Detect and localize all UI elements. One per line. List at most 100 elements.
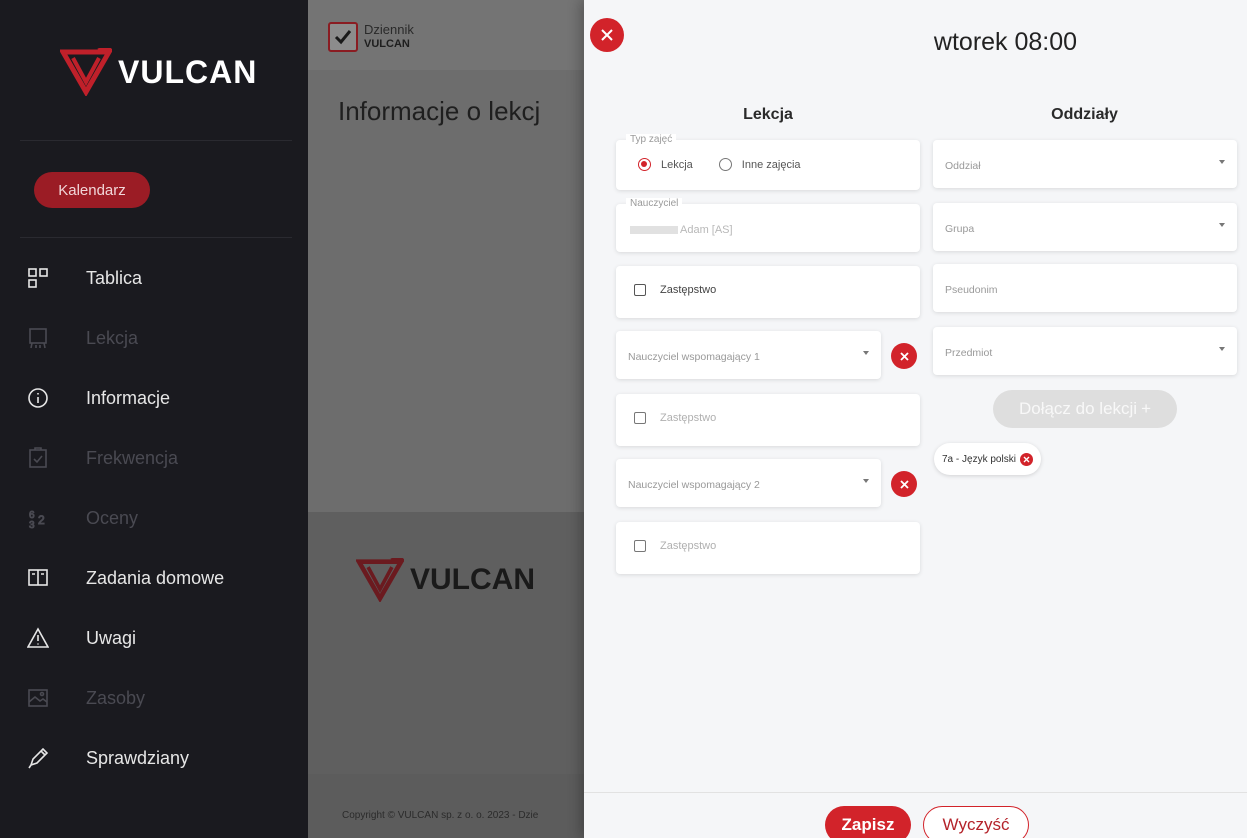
modal-footer: Zapisz Wyczyść (584, 792, 1247, 838)
radio-label: Inne zajęcia (741, 158, 801, 171)
radio-inne-zajecia[interactable] (718, 158, 732, 171)
vulcan-logo[interactable]: VULCAN (60, 48, 257, 96)
book-icon (26, 566, 50, 590)
subject-select[interactable]: Przedmiot (933, 327, 1237, 375)
clear-button[interactable]: Wyczyść (923, 806, 1029, 838)
radio-lekcja[interactable] (638, 158, 651, 171)
close-icon (601, 29, 613, 41)
divider (20, 140, 292, 141)
modal-title: wtorek 08:00 (764, 28, 1247, 57)
substitution-checkbox[interactable] (634, 284, 646, 296)
top-bar: Dziennik VULCAN (308, 0, 584, 70)
checkbox-label: Zastępstwo (660, 284, 717, 296)
chevron-down-icon (863, 479, 869, 483)
select-placeholder: Nauczyciel wspomagający 1 (628, 351, 760, 363)
join-lesson-button[interactable]: Dołącz do lekcji + (993, 390, 1177, 428)
lesson-modal: wtorek 08:00 Lekcja Oddziały Typ zajęć L… (584, 0, 1247, 838)
svg-text:3: 3 (29, 520, 35, 529)
copyright-bar: Copyright © VULCAN sp. z o. o. 2023 - Dz… (308, 774, 584, 838)
vulcan-shield-icon (356, 558, 404, 602)
sidebar-item-label: Tablica (86, 267, 143, 288)
teacher-value: Adam [AS] (680, 224, 733, 236)
assistant-teacher-2-select[interactable]: Nauczyciel wspomagający 2 (616, 459, 881, 507)
save-button[interactable]: Zapisz (825, 806, 911, 838)
teacher-field[interactable]: Nauczyciel Adam [AS] (616, 198, 920, 252)
dashboard-icon (26, 266, 50, 290)
sidebar-item-label: Sprawdziany (86, 747, 190, 768)
substitution-checkbox[interactable] (634, 412, 646, 424)
select-placeholder: Oddział (945, 160, 981, 172)
info-icon (26, 386, 50, 410)
sidebar-item-zadania-domowe[interactable]: Zadania domowe (0, 548, 308, 608)
select-placeholder: Grupa (945, 223, 975, 235)
sidebar-item-sprawdziany[interactable]: Sprawdziany (0, 728, 308, 788)
remove-assistant-2-button[interactable] (891, 471, 917, 497)
sidebar-item-lekcja[interactable]: Lekcja (0, 308, 308, 368)
sidebar-item-label: Informacje (86, 387, 171, 408)
sidebar-item-zasoby[interactable]: Zasoby (0, 668, 308, 728)
copyright-text: Copyright © VULCAN sp. z o. o. 2023 - Dz… (342, 810, 539, 821)
checkmark-icon (328, 22, 358, 52)
input-placeholder: Pseudonim (945, 284, 998, 296)
sidebar-item-label: Uwagi (86, 627, 137, 648)
dziennik-logo[interactable]: Dziennik VULCAN (328, 22, 414, 52)
sidebar-item-label: Lekcja (86, 327, 139, 348)
vulcan-shield-icon (60, 48, 112, 96)
join-lesson-label: Dołącz do lekcji (1018, 399, 1138, 418)
close-icon (899, 351, 909, 361)
footer-logo-text: VULCAN (410, 563, 535, 596)
redacted-name (630, 226, 678, 234)
select-placeholder: Przedmiot (945, 347, 993, 359)
board-icon (26, 326, 50, 350)
svg-text:2: 2 (38, 513, 45, 527)
page-footer: VULCAN (308, 512, 584, 774)
assistant-teacher-1-select[interactable]: Nauczyciel wspomagający 1 (616, 331, 881, 379)
sidebar-item-oceny[interactable]: 623 Oceny (0, 488, 308, 548)
sidebar-item-label: Frekwencja (86, 447, 179, 468)
chevron-down-icon (1219, 160, 1225, 164)
chip-label: 7a - Język polski (942, 453, 1016, 465)
radio-label: Lekcja (661, 158, 693, 171)
lesson-type-field: Typ zajęć Lekcja Inne zajęcia (616, 134, 920, 190)
warning-icon (26, 626, 50, 650)
app-name: Dziennik (364, 22, 414, 37)
sidebar: VULCAN Kalendarz Tablica Lekcja Informac… (0, 0, 308, 838)
divider (20, 237, 292, 238)
select-placeholder: Nauczyciel wspomagający 2 (628, 479, 760, 491)
pen-icon (26, 746, 50, 770)
checkbox-label: Zastępstwo (660, 412, 717, 424)
modal-title-text: wtorek 08:00 (933, 28, 1078, 56)
calendar-button[interactable]: Kalendarz (34, 172, 150, 208)
logo-text: VULCAN (118, 53, 258, 90)
sidebar-item-tablica[interactable]: Tablica (0, 248, 308, 308)
substitution-card: Zastępstwo (616, 266, 920, 318)
column-heading-oddzialy: Oddziały (1051, 106, 1118, 123)
page-title: Informacje o lekcj (338, 96, 541, 126)
class-chip: 7a - Język polski (934, 443, 1041, 475)
sidebar-item-frekwencja[interactable]: Frekwencja (0, 428, 308, 488)
footer-logo: VULCAN (356, 558, 535, 602)
chip-remove-icon[interactable] (1019, 452, 1033, 466)
alias-input[interactable]: Pseudonim (933, 264, 1237, 312)
substitution-checkbox[interactable] (634, 540, 646, 552)
substitution-card-2: Zastępstwo (616, 522, 920, 574)
checkbox-label: Zastępstwo (660, 540, 717, 552)
chevron-down-icon (1219, 347, 1225, 351)
field-legend: Typ zajęć (626, 134, 677, 145)
class-select[interactable]: Oddział (933, 140, 1237, 188)
substitution-card-1: Zastępstwo (616, 394, 920, 446)
plus-icon: + (1141, 399, 1152, 418)
sidebar-item-label: Zadania domowe (86, 567, 225, 588)
group-select[interactable]: Grupa (933, 203, 1237, 251)
field-legend: Nauczyciel (626, 198, 683, 209)
app-brand: VULCAN (364, 38, 410, 50)
sidebar-item-uwagi[interactable]: Uwagi (0, 608, 308, 668)
remove-assistant-1-button[interactable] (891, 343, 917, 369)
column-heading-lekcja: Lekcja (743, 106, 793, 123)
sidebar-item-label: Zasoby (86, 687, 146, 708)
sidebar-item-informacje[interactable]: Informacje (0, 368, 308, 428)
grades-icon: 623 (26, 506, 50, 530)
close-icon (899, 479, 909, 489)
close-button[interactable] (590, 18, 624, 52)
sidebar-item-label: Oceny (86, 507, 139, 528)
